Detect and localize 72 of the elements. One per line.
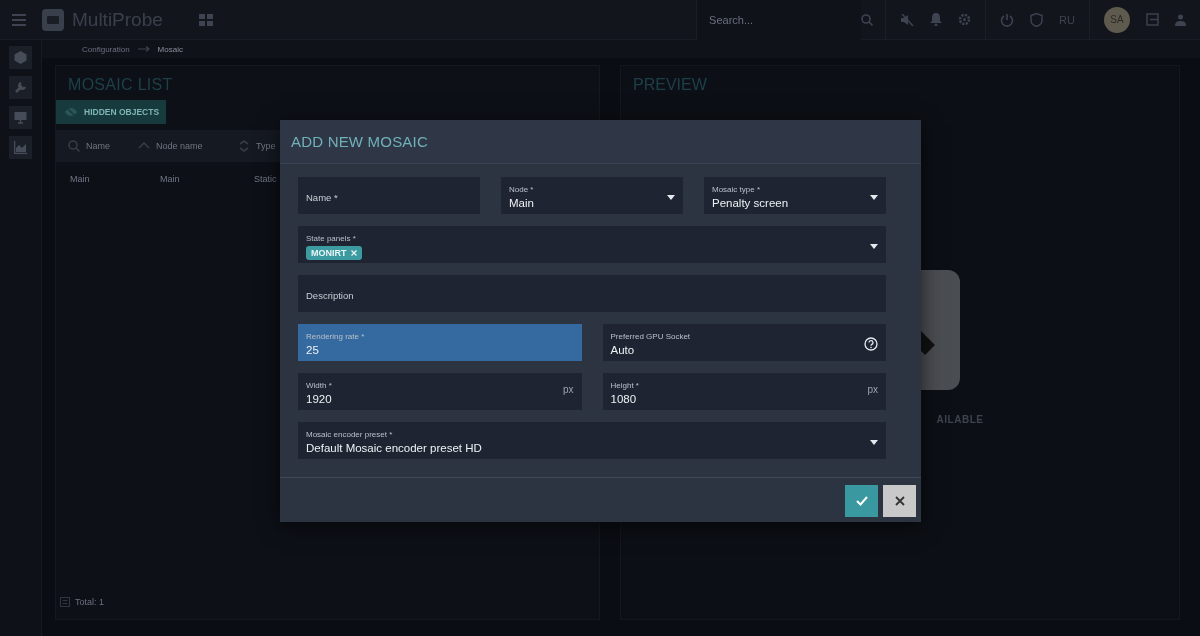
speaker-muted-icon[interactable] — [900, 13, 915, 26]
multi-select-field[interactable]: State panels * MONIRT — [298, 226, 886, 263]
dropdown-caret-icon[interactable] — [667, 194, 675, 200]
column-header[interactable]: Node name — [156, 141, 203, 151]
field-value: Default Mosaic encoder preset HD — [306, 440, 483, 456]
input-field[interactable]: Rendering rate * 25 — [298, 324, 582, 361]
field-value: 25 — [306, 342, 320, 358]
sort-icon[interactable] — [238, 140, 250, 152]
list-icon — [60, 597, 70, 607]
close-icon[interactable] — [350, 249, 357, 256]
person-icon[interactable] — [1175, 13, 1186, 26]
settings-icon[interactable] — [958, 13, 972, 26]
dropdown-field[interactable]: Node * Main — [501, 177, 683, 214]
field-label: Node * — [509, 183, 535, 195]
dropdown-field[interactable]: Mosaic encoder preset * Default Mosaic encoder preset HD — [298, 422, 886, 459]
column-header[interactable]: Name — [86, 141, 110, 151]
table-cell-text: Main — [70, 174, 91, 184]
checkmark-icon — [855, 496, 868, 506]
arrow-right-icon — [137, 46, 150, 52]
confirm-button[interactable] — [845, 485, 878, 517]
field-value: 1080 — [610, 391, 638, 407]
input-field[interactable]: Preferred GPU Socket Auto — [602, 324, 886, 361]
cancel-button[interactable] — [883, 485, 916, 517]
hidden-objects-button[interactable]: HIDDEN OBJECTS — [56, 100, 166, 124]
shield-icon[interactable] — [1030, 12, 1044, 27]
chart-icon[interactable] — [14, 141, 27, 154]
dropdown-caret-icon[interactable] — [870, 194, 878, 200]
field-label: Width * — [306, 379, 333, 391]
field-label: Name * — [306, 191, 339, 203]
field-value: 1920 — [306, 391, 333, 407]
field-value: Auto — [610, 342, 636, 358]
field-label: Preferred GPU Socket — [610, 330, 692, 342]
input-field[interactable]: Description — [298, 275, 886, 312]
input-field[interactable]: Width * 1920 px — [298, 373, 582, 410]
dropdown-field[interactable]: Mosaic type * Penalty screen — [704, 177, 886, 214]
field-label: Mosaic type * — [712, 183, 762, 195]
close-icon — [894, 496, 905, 506]
breadcrumb-item[interactable]: Configuration — [82, 44, 130, 54]
column-header[interactable]: Type — [256, 141, 276, 151]
field-label: Mosaic encoder preset * — [306, 428, 394, 440]
monitor-icon[interactable] — [14, 111, 27, 124]
field-value: Main — [509, 195, 535, 211]
table-cell-text: Static — [254, 174, 278, 184]
field-label: State panels * — [306, 232, 357, 244]
breadcrumb-item[interactable]: Mosaic — [157, 44, 183, 54]
unit-label: px — [562, 383, 574, 395]
hexagon-icon[interactable] — [14, 51, 27, 64]
field-value: Penalty screen — [712, 195, 790, 211]
eye-slash-icon — [64, 107, 78, 117]
field-label: Description — [306, 289, 355, 301]
exit-icon[interactable] — [1146, 13, 1159, 26]
dropdown-caret-icon[interactable] — [870, 439, 878, 445]
preview-message: AILABLE — [936, 414, 984, 425]
bell-icon[interactable] — [930, 13, 943, 26]
dropdown-caret-icon[interactable] — [870, 243, 878, 249]
table-cell-text: Main — [160, 174, 181, 184]
help-icon[interactable] — [864, 337, 878, 351]
wrench-icon[interactable] — [14, 81, 27, 94]
search-icon[interactable] — [68, 140, 80, 152]
power-icon[interactable] — [1000, 12, 1015, 27]
search-field[interactable]: Search... — [697, 0, 862, 40]
input-field[interactable]: Height * 1080 px — [602, 373, 886, 410]
dialog-title: ADD NEW MOSAIC — [280, 120, 921, 164]
menu-icon[interactable] — [12, 13, 26, 26]
unit-label: px — [867, 383, 878, 395]
field-label: Height * — [610, 379, 640, 391]
search-icon — [861, 13, 874, 26]
input-field[interactable]: Name * — [298, 177, 480, 214]
grid-icon[interactable] — [198, 13, 213, 26]
total-count: Total: 1 — [75, 597, 105, 607]
field-label: Rendering rate * — [306, 330, 366, 342]
logo-icon — [42, 8, 64, 31]
